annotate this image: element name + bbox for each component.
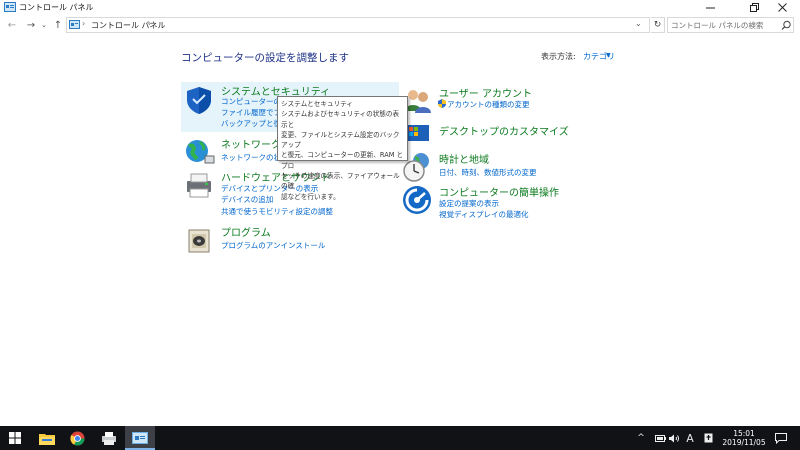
printer-icon (187, 173, 211, 198)
clock-date: 2019/11/05 (722, 438, 766, 447)
chevron-right-icon: › (82, 19, 86, 28)
refresh-button[interactable]: ↻ (651, 17, 665, 33)
control-panel-icon (132, 432, 148, 444)
taskbar-file-explorer[interactable] (32, 426, 62, 450)
category-ease-of-access[interactable]: コンピューターの簡単操作 設定の提案の表示 視覚ディスプレイの最適化 (401, 184, 601, 220)
address-bar[interactable]: › コントロール パネル › ⌄ (66, 17, 650, 33)
chevron-right-icon[interactable]: › (148, 19, 151, 28)
breadcrumb-control-panel[interactable]: コントロール パネル (91, 20, 166, 31)
category-title[interactable]: プログラム (221, 224, 271, 239)
navigation-bar: ← → ⌄ ↑ › コントロール パネル › ⌄ ↻ (0, 16, 800, 34)
network-globe-icon (186, 140, 215, 164)
link-mobility-settings[interactable]: 共通で使うモビリティ設定の調整 (221, 206, 333, 217)
tooltip-line: 認などを行います。 (281, 192, 340, 201)
taskbar-control-panel[interactable] (125, 426, 155, 450)
tooltip-line: セッサの速度の表示、ファイアウォールの確 (281, 172, 400, 191)
tooltip: システムとセキュリティ システムおよびセキュリティの状態の表示と 変更、ファイル… (277, 96, 408, 201)
tooltip-line: と復元、コンピューターの更新、RAM とプロ (281, 151, 404, 170)
taskbar: ^ A 15:01 2019/11/05 (0, 426, 800, 450)
start-button[interactable] (0, 426, 30, 450)
arrow-left-icon: ← (7, 19, 17, 31)
link-optimize-display[interactable]: 視覚ディスプレイの最適化 (439, 209, 528, 220)
windows-logo-icon (9, 432, 21, 444)
search-input[interactable] (671, 20, 779, 31)
back-button[interactable]: ← (5, 17, 19, 33)
refresh-icon: ↻ (653, 20, 662, 30)
recent-locations-button[interactable]: ⌄ (37, 17, 51, 33)
restore-icon (749, 3, 759, 12)
control-panel-icon (69, 20, 80, 29)
link-change-account-type[interactable]: アカウントの種類の変更 (447, 99, 530, 110)
system-clock[interactable]: 15:01 2019/11/05 (722, 429, 766, 447)
action-center-button[interactable] (772, 426, 790, 450)
chevron-down-icon: ⌄ (41, 21, 47, 29)
link-add-device[interactable]: デバイスの追加 (221, 194, 273, 205)
category-title[interactable]: 時計と地域 (439, 151, 489, 166)
ime-pad-icon[interactable] (702, 426, 714, 450)
view-by-label: 表示方法: (541, 52, 576, 61)
battery-icon[interactable] (654, 426, 666, 450)
show-hidden-icons-button[interactable]: ^ (634, 426, 648, 450)
printer-icon (102, 431, 116, 445)
dropdown-arrow-icon[interactable]: ▼ (606, 52, 611, 59)
shield-icon (187, 87, 211, 114)
minimize-icon (705, 7, 715, 9)
ease-of-access-icon (403, 186, 431, 214)
link-change-date-time-format[interactable]: 日付、時刻、数値形式の変更 (439, 167, 537, 178)
link-recommended-settings[interactable]: 設定の提案の表示 (439, 198, 499, 209)
page-title: コンピューターの設定を調整します (181, 52, 349, 64)
address-dropdown-icon[interactable]: ⌄ (635, 19, 642, 28)
tooltip-line: システムおよびセキュリティの状態の表示と (281, 110, 400, 129)
volume-icon[interactable] (668, 426, 680, 450)
close-icon (777, 3, 787, 12)
folder-icon (39, 433, 55, 445)
category-appearance[interactable]: デスクトップのカスタマイズ (401, 120, 601, 148)
ime-mode-indicator[interactable]: A (684, 426, 696, 450)
category-programs[interactable]: プログラム プログラムのアンインストール (183, 224, 398, 254)
window-title: コントロール パネル (19, 3, 94, 12)
arrow-up-icon: ↑ (53, 19, 63, 31)
minimize-button[interactable] (692, 0, 728, 15)
category-title[interactable]: ユーザー アカウント (439, 85, 532, 100)
title-bar[interactable]: コントロール パネル (0, 0, 800, 15)
taskbar-app[interactable] (94, 426, 124, 450)
forward-button[interactable]: → (24, 17, 38, 33)
programs-icon (188, 229, 210, 253)
notification-icon (775, 432, 787, 444)
category-user-accounts[interactable]: ユーザー アカウント アカウントの種類の変更 (401, 85, 601, 115)
category-title[interactable]: デスクトップのカスタマイズ (439, 123, 569, 138)
clock-time: 15:01 (733, 429, 755, 438)
category-clock-region[interactable]: 時計と地域 日付、時刻、数値形式の変更 (401, 151, 601, 182)
search-box[interactable] (667, 17, 794, 33)
uac-shield-icon (438, 99, 446, 108)
category-network[interactable]: ネットワークとイ ネットワークの状態と (183, 136, 301, 166)
tooltip-line: 変更、ファイルとシステム設定のバックアップ (281, 130, 400, 150)
close-button[interactable] (764, 0, 800, 15)
chevron-up-icon: ^ (637, 433, 645, 443)
category-title[interactable]: コンピューターの簡単操作 (439, 184, 559, 199)
taskbar-chrome[interactable] (62, 426, 92, 450)
arrow-right-icon: → (26, 19, 36, 31)
up-button[interactable]: ↑ (51, 17, 65, 33)
search-icon[interactable] (781, 20, 792, 31)
control-panel-icon (4, 2, 16, 12)
link-uninstall-program[interactable]: プログラムのアンインストール (221, 240, 325, 251)
tooltip-line: システムとセキュリティ (281, 100, 353, 108)
chrome-icon (69, 430, 85, 446)
control-panel-window: コントロール パネル ← → ⌄ ↑ › コントロール パネル › ⌄ ↻ コン… (0, 0, 800, 426)
